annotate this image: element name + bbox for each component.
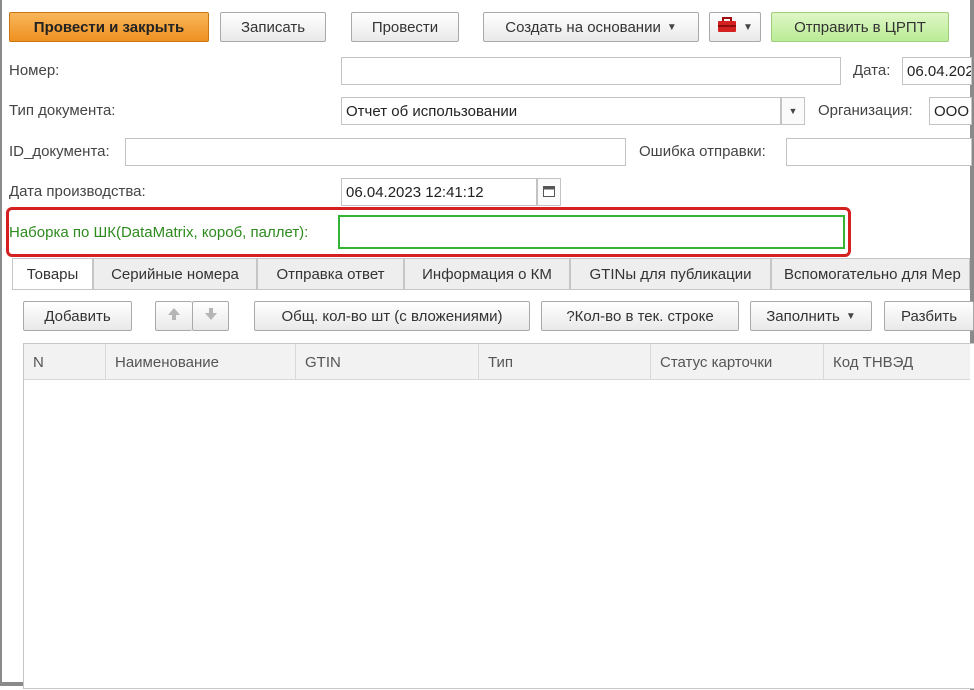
row-quantity-label: ?Кол-во в тек. строке [566, 307, 714, 325]
column-header-gtin[interactable]: GTIN [296, 344, 479, 380]
row-quantity-button[interactable]: ?Кол-во в тек. строке [541, 301, 739, 331]
split-button[interactable]: Разбить [884, 301, 974, 331]
column-header-n[interactable]: N [24, 344, 106, 380]
column-header-tnved[interactable]: Код ТНВЭД [824, 344, 970, 380]
chevron-down-icon: ▼ [845, 310, 856, 322]
production-date-field[interactable]: 06.04.2023 12:41:12 [341, 178, 537, 206]
organization-field[interactable]: ООО [929, 97, 972, 125]
send-error-field[interactable] [786, 138, 972, 166]
tab-auxiliary[interactable]: Вспомогательно для Мер [771, 258, 970, 289]
date-label: Дата: [853, 62, 891, 79]
move-down-button[interactable] [192, 301, 229, 331]
move-up-button[interactable] [155, 301, 192, 331]
tab-km-info[interactable]: Информация о КМ [404, 258, 570, 289]
production-date-calendar-button[interactable] [537, 178, 561, 206]
total-quantity-label: Общ. кол-во шт (с вложениями) [281, 307, 503, 325]
toolbox-menu-button[interactable]: ▼ [709, 12, 761, 42]
number-field[interactable] [341, 57, 841, 85]
post-and-close-button[interactable]: Провести и закрыть [9, 12, 209, 42]
save-button[interactable]: Записать [220, 12, 326, 42]
arrow-down-icon [204, 307, 218, 325]
organization-label: Организация: [818, 102, 913, 119]
send-to-crpt-label: Отправить в ЦРПТ [794, 18, 926, 36]
column-header-type[interactable]: Тип [479, 344, 651, 380]
create-based-on-label: Создать на основании [505, 18, 661, 36]
doc-id-field[interactable] [125, 138, 626, 166]
chevron-down-icon: ▼ [666, 21, 677, 33]
split-label: Разбить [901, 307, 958, 325]
tab-panel-divider [12, 289, 970, 290]
column-header-name[interactable]: Наименование [106, 344, 296, 380]
post-and-close-label: Провести и закрыть [33, 18, 185, 36]
create-based-on-button[interactable]: Создать на основании ▼ [483, 12, 699, 42]
number-label: Номер: [9, 62, 60, 79]
post-label: Провести [371, 18, 439, 36]
calendar-icon [543, 185, 555, 199]
chevron-down-icon: ▼ [788, 106, 798, 116]
send-to-crpt-button[interactable]: Отправить в ЦРПТ [771, 12, 949, 42]
tab-goods[interactable]: Товары [12, 258, 93, 290]
chevron-down-icon: ▼ [743, 21, 753, 33]
fill-button[interactable]: Заполнить ▼ [750, 301, 872, 331]
column-header-card-status[interactable]: Статус карточки [651, 344, 824, 380]
date-field[interactable]: 06.04.2023 [902, 57, 972, 85]
total-quantity-button[interactable]: Общ. кол-во шт (с вложениями) [254, 301, 530, 331]
tab-gtins-publication[interactable]: GTINы для публикации [570, 258, 771, 289]
arrow-up-icon [167, 307, 181, 325]
doc-type-dropdown-button[interactable]: ▼ [781, 97, 805, 125]
send-error-label: Ошибка отправки: [639, 143, 766, 160]
goods-table[interactable] [23, 343, 974, 689]
post-button[interactable]: Провести [351, 12, 459, 42]
fill-label: Заполнить [766, 307, 840, 325]
doc-type-select[interactable]: Отчет об использовании [341, 97, 781, 125]
barcode-input[interactable] [338, 215, 845, 249]
production-date-label: Дата производства: [9, 183, 146, 200]
save-label: Записать [240, 18, 306, 36]
add-row-button[interactable]: Добавить [23, 301, 132, 331]
add-row-label: Добавить [44, 307, 111, 325]
barcode-label: Наборка по ШК(DataMatrix, короб, паллет)… [9, 224, 309, 241]
doc-type-label: Тип документа: [9, 102, 116, 119]
toolbox-icon [717, 17, 737, 37]
tab-send-response[interactable]: Отправка ответ [257, 258, 404, 289]
doc-id-label: ID_документа: [9, 143, 110, 160]
tab-serial-numbers[interactable]: Серийные номера [93, 258, 257, 289]
